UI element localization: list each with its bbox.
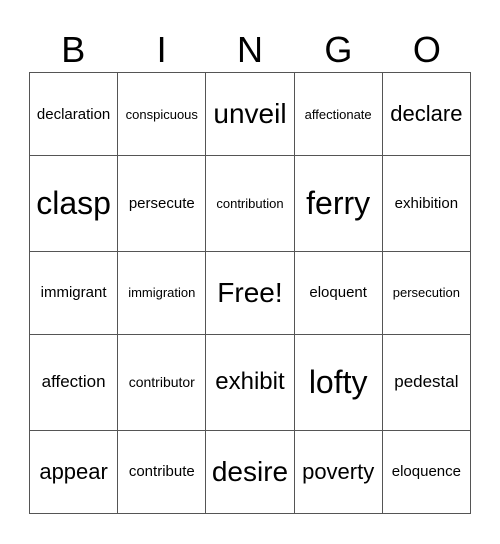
card-cell[interactable]: persecute [117,155,207,252]
header-letter-i: I [156,29,167,70]
card-cell[interactable]: lofty [293,334,383,431]
card-cell[interactable]: immigrant [28,250,119,336]
card-cell[interactable]: immigration [117,250,207,336]
bingo-header: B I N G O [29,28,471,72]
card-cell[interactable]: exhibit [205,334,295,431]
card-cell[interactable]: declare [381,71,472,157]
card-cell[interactable]: pedestal [381,334,472,431]
card-row: declaration conspicuous unveil affection… [28,71,472,157]
card-cell[interactable]: affectionate [293,71,383,157]
card-cell[interactable]: conspicuous [117,71,207,157]
card-cell[interactable]: contributor [117,334,207,431]
card-cell[interactable]: clasp [28,155,119,252]
header-letter-g: G [324,29,353,70]
card-cell[interactable]: affection [28,334,119,431]
card-cell[interactable]: declaration [28,71,119,157]
card-row: immigrant immigration Free! eloquent per… [28,250,472,336]
card-row: affection contributor exhibit lofty pede… [28,334,472,431]
card-cell[interactable]: eloquent [293,250,383,336]
card-cell[interactable]: desire [205,429,295,515]
card-row: appear contribute desire poverty eloquen… [28,429,472,515]
card-cell[interactable]: exhibition [381,155,472,252]
card-cell[interactable]: unveil [205,71,295,157]
card-cell[interactable]: ferry [293,155,383,252]
card-cell[interactable]: poverty [293,429,383,515]
header-letter-o: O [412,29,441,70]
card-cell[interactable]: contribute [117,429,207,515]
card-cell[interactable]: appear [28,429,119,515]
header-letter-b: B [61,29,86,70]
card-cell[interactable]: contribution [205,155,295,252]
card-cell[interactable]: persecution [381,250,472,336]
card-cell[interactable]: eloquence [381,429,472,515]
card-row: clasp persecute contribution ferry exhib… [28,155,472,252]
bingo-card: declaration conspicuous unveil affection… [28,71,472,515]
header-letter-n: N [237,29,264,70]
free-space-cell[interactable]: Free! [205,250,295,336]
